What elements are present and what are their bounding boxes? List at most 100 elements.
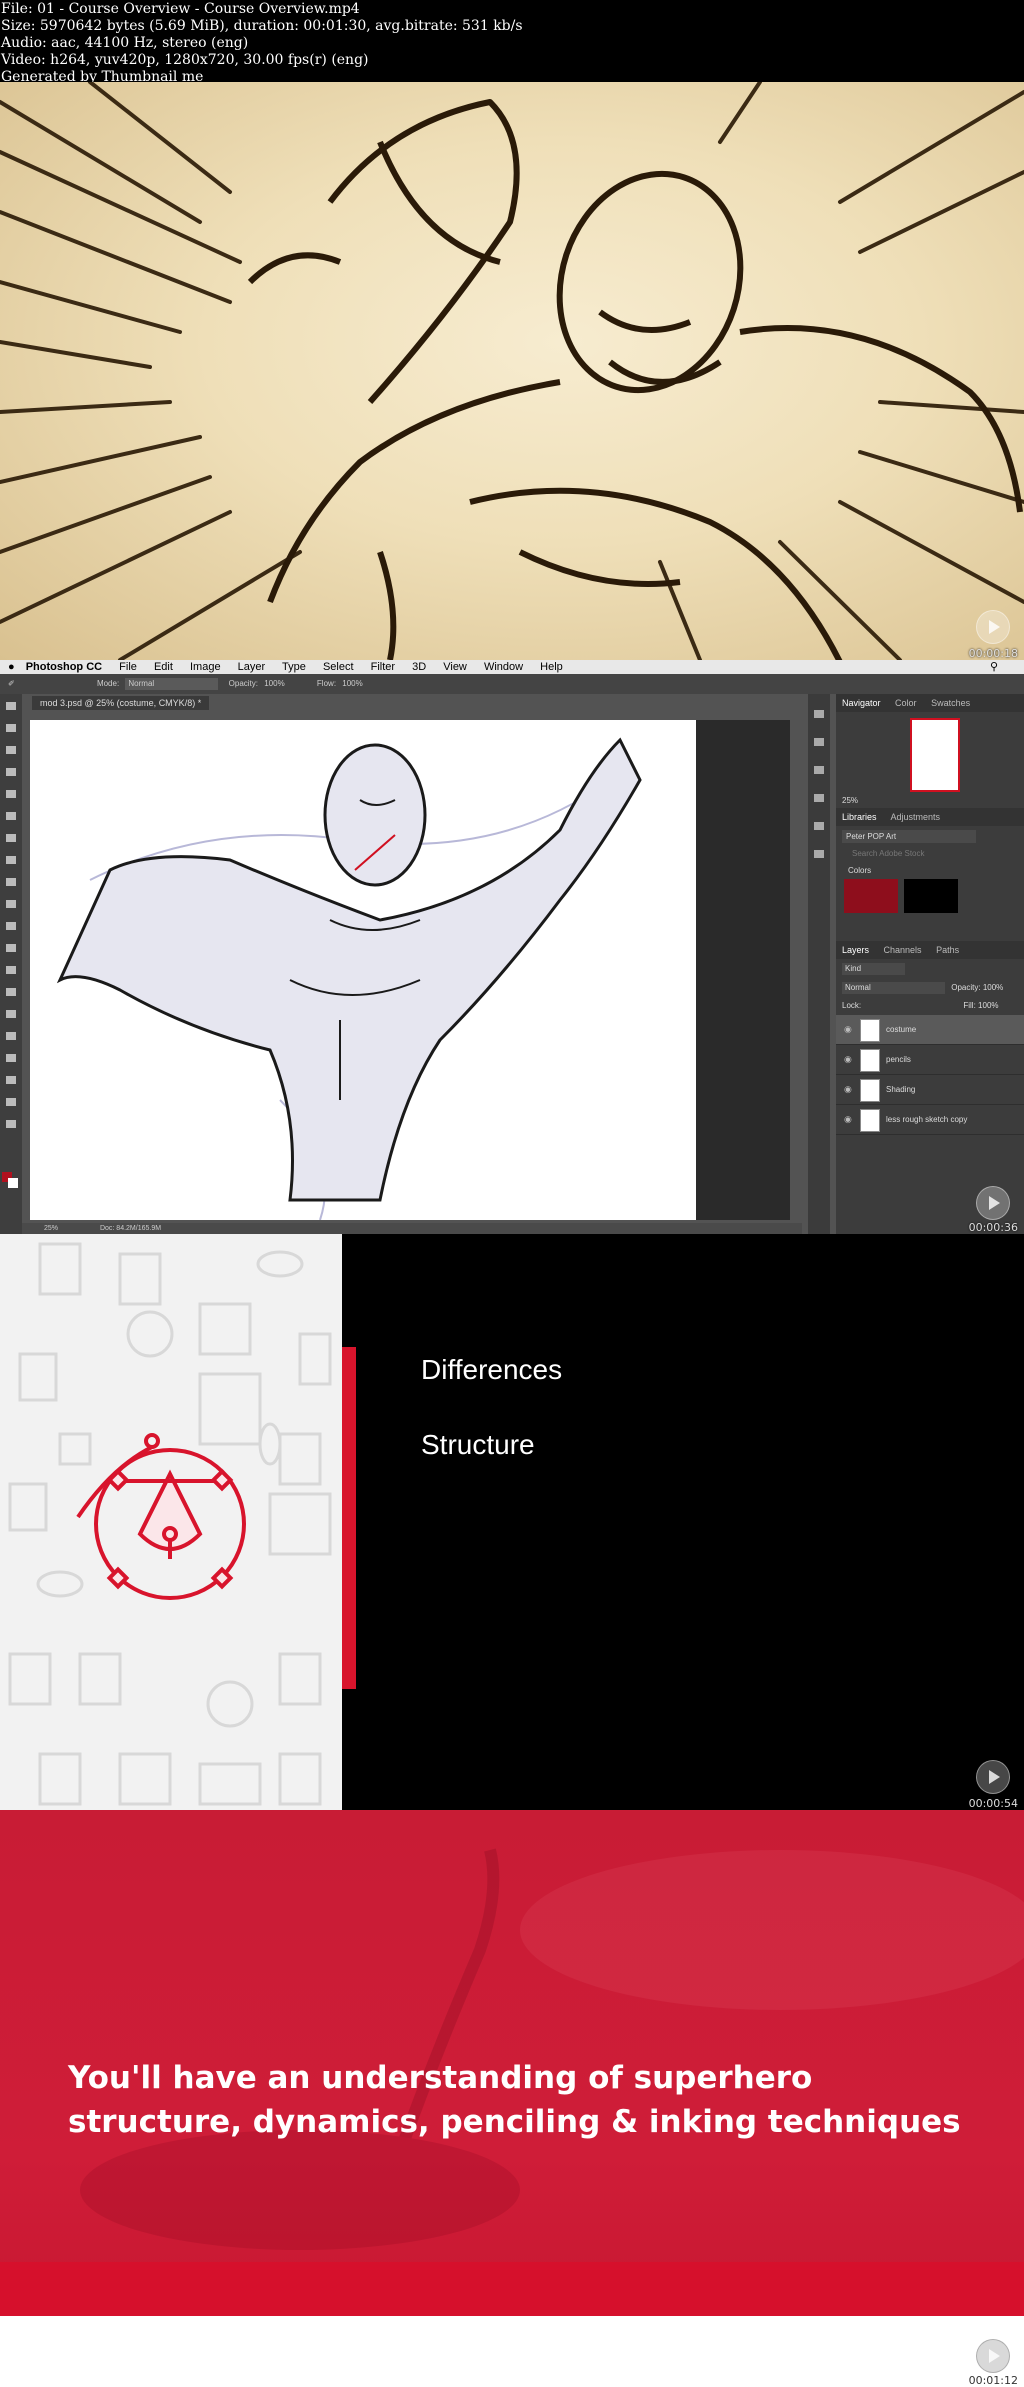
eye-icon[interactable]: ◉ bbox=[844, 1075, 852, 1104]
tab-swatches[interactable]: Swatches bbox=[931, 698, 970, 708]
layer-name: pencils bbox=[886, 1055, 911, 1064]
tab-paths[interactable]: Paths bbox=[936, 945, 959, 955]
mode-label: Mode: bbox=[96, 679, 120, 688]
opacity-label: Opacity: bbox=[951, 983, 981, 992]
file-info-line: Audio: aac, 44100 Hz, stereo (eng) bbox=[1, 35, 249, 51]
layer-thumbnail bbox=[860, 1079, 880, 1102]
options-bar: ✐ Mode: Normal Opacity: 100% Flow: 100% bbox=[0, 674, 1024, 694]
layer-tabs: Layers Channels Paths bbox=[836, 941, 1024, 959]
document-canvas[interactable] bbox=[30, 720, 696, 1220]
fill-value[interactable]: 100% bbox=[978, 1001, 998, 1010]
tab-channels[interactable]: Channels bbox=[884, 945, 922, 955]
pattern-icons bbox=[8, 1242, 332, 1806]
swatch-black[interactable] bbox=[903, 879, 958, 913]
tab-adjustments[interactable]: Adjustments bbox=[891, 812, 941, 822]
layer-name: Shading bbox=[886, 1085, 916, 1094]
opacity-input[interactable]: 100% bbox=[264, 679, 284, 688]
file-info-line: Size: 5970642 bytes (5.69 MiB), duration… bbox=[1, 18, 523, 34]
eye-icon[interactable]: ◉ bbox=[844, 1045, 852, 1074]
color-swatches bbox=[836, 875, 1024, 921]
timestamp: 00:01:12 bbox=[968, 2374, 1018, 2387]
outro-line: structure, dynamics, penciling & inking … bbox=[68, 2104, 961, 2140]
outro-line: You'll have an understanding of superher… bbox=[68, 2060, 813, 2096]
layer-row[interactable]: ◉ Shading bbox=[836, 1075, 1024, 1105]
menu-type[interactable]: Type bbox=[282, 661, 306, 673]
file-info-line: Video: h264, yuv420p, 1280x720, 30.00 fp… bbox=[1, 52, 369, 68]
library-select[interactable]: Peter POP Art bbox=[842, 830, 976, 843]
lock-label: Lock: bbox=[842, 1001, 862, 1010]
menu-image[interactable]: Image bbox=[190, 661, 221, 673]
tab-color[interactable]: Color bbox=[895, 698, 917, 708]
navigator-zoom[interactable]: 25% bbox=[836, 794, 1024, 808]
menu-window[interactable]: Window bbox=[484, 661, 523, 673]
white-strip bbox=[0, 2316, 1024, 2387]
video-frame-3: Differences Structure 00:00:54 bbox=[0, 1234, 1024, 1810]
outro-text: You'll have an understanding of superher… bbox=[68, 2056, 988, 2144]
file-info-line: File: 01 - Course Overview - Course Over… bbox=[1, 1, 360, 17]
tool-icons[interactable] bbox=[0, 694, 22, 1234]
play-button-icon[interactable] bbox=[976, 610, 1010, 644]
menu-layer[interactable]: Layer bbox=[238, 661, 266, 673]
menu-select[interactable]: Select bbox=[323, 661, 354, 673]
apple-icon[interactable]: ● bbox=[8, 661, 15, 673]
library-search[interactable]: Search Adobe Stock bbox=[842, 847, 1018, 860]
pasteboard bbox=[696, 720, 790, 1220]
play-button-icon[interactable] bbox=[976, 1760, 1010, 1794]
icon-pattern-panel bbox=[0, 1234, 342, 1810]
superhero-sketch bbox=[56, 737, 642, 1220]
layer-filter: Kind bbox=[836, 959, 1024, 979]
tab-libraries[interactable]: Libraries bbox=[842, 812, 877, 822]
lock-row: Lock: Fill: 100% bbox=[836, 997, 1024, 1015]
navigator-preview[interactable] bbox=[836, 712, 1024, 794]
menu-3d[interactable]: 3D bbox=[412, 661, 426, 673]
speed-lines-illustration bbox=[0, 82, 1024, 660]
mode-select[interactable]: Normal bbox=[125, 678, 219, 690]
menu-bar: ● Photoshop CC File Edit Image Layer Typ… bbox=[0, 660, 1024, 674]
layer-row[interactable]: ◉ pencils bbox=[836, 1045, 1024, 1075]
play-button-icon[interactable] bbox=[976, 2339, 1010, 2373]
flow-input[interactable]: 100% bbox=[342, 679, 362, 688]
timestamp: 00:00:36 bbox=[968, 1221, 1018, 1234]
navigator-tabs: Navigator Color Swatches bbox=[836, 694, 1024, 712]
menu-file[interactable]: File bbox=[119, 661, 137, 673]
timestamp: 00:00:18 bbox=[968, 647, 1018, 660]
accent-bar bbox=[342, 1347, 356, 1689]
status-bar: 25% Doc: 84.2M/165.9M bbox=[22, 1223, 802, 1234]
menu-filter[interactable]: Filter bbox=[371, 661, 395, 673]
right-panels: Navigator Color Swatches 25% Libraries A… bbox=[836, 694, 1024, 1234]
menu-edit[interactable]: Edit bbox=[154, 661, 173, 673]
timestamp: 00:00:54 bbox=[968, 1797, 1018, 1810]
tab-navigator[interactable]: Navigator bbox=[842, 698, 881, 708]
slide-item-structure: Structure bbox=[421, 1429, 535, 1460]
eye-icon[interactable]: ◉ bbox=[844, 1015, 852, 1044]
video-frame-4: You'll have an understanding of superher… bbox=[0, 1810, 1024, 2387]
video-frame-1: 00:00:18 bbox=[0, 82, 1024, 660]
file-info-header: File: 01 - Course Overview - Course Over… bbox=[0, 0, 1024, 85]
zoom-level[interactable]: 25% bbox=[44, 1225, 58, 1232]
tab-layers[interactable]: Layers bbox=[842, 945, 869, 955]
layer-thumbnail bbox=[860, 1049, 880, 1072]
layer-opacity[interactable]: 100% bbox=[983, 983, 1003, 992]
opacity-label: Opacity: bbox=[228, 679, 258, 688]
red-band bbox=[0, 2262, 1024, 2316]
play-button-icon[interactable] bbox=[976, 1186, 1010, 1220]
app-name[interactable]: Photoshop CC bbox=[26, 661, 102, 673]
video-frame-2: ● Photoshop CC File Edit Image Layer Typ… bbox=[0, 660, 1024, 1234]
layer-row[interactable]: ◉ less rough sketch copy bbox=[836, 1105, 1024, 1135]
doc-size: Doc: 84.2M/165.9M bbox=[99, 1225, 162, 1232]
search-icon[interactable]: ⚲ bbox=[990, 660, 998, 674]
blend-mode-select[interactable]: Normal bbox=[842, 982, 945, 994]
eye-icon[interactable]: ◉ bbox=[844, 1105, 852, 1134]
layer-row[interactable]: ◉ costume bbox=[836, 1015, 1024, 1045]
layer-name: less rough sketch copy bbox=[886, 1115, 968, 1124]
kind-select[interactable]: Kind bbox=[842, 963, 905, 975]
menu-help[interactable]: Help bbox=[540, 661, 563, 673]
blend-row: Normal Opacity: 100% bbox=[836, 979, 1024, 997]
layer-thumbnail bbox=[860, 1019, 880, 1042]
menu-view[interactable]: View bbox=[443, 661, 467, 673]
slide-item-differences: Differences bbox=[421, 1354, 563, 1385]
flow-label: Flow: bbox=[316, 679, 337, 688]
swatch-red[interactable] bbox=[844, 879, 898, 913]
brush-tool-icon[interactable]: ✐ bbox=[8, 679, 15, 688]
document-tab[interactable]: mod 3.psd @ 25% (costume, CMYK/8) * bbox=[32, 696, 210, 710]
